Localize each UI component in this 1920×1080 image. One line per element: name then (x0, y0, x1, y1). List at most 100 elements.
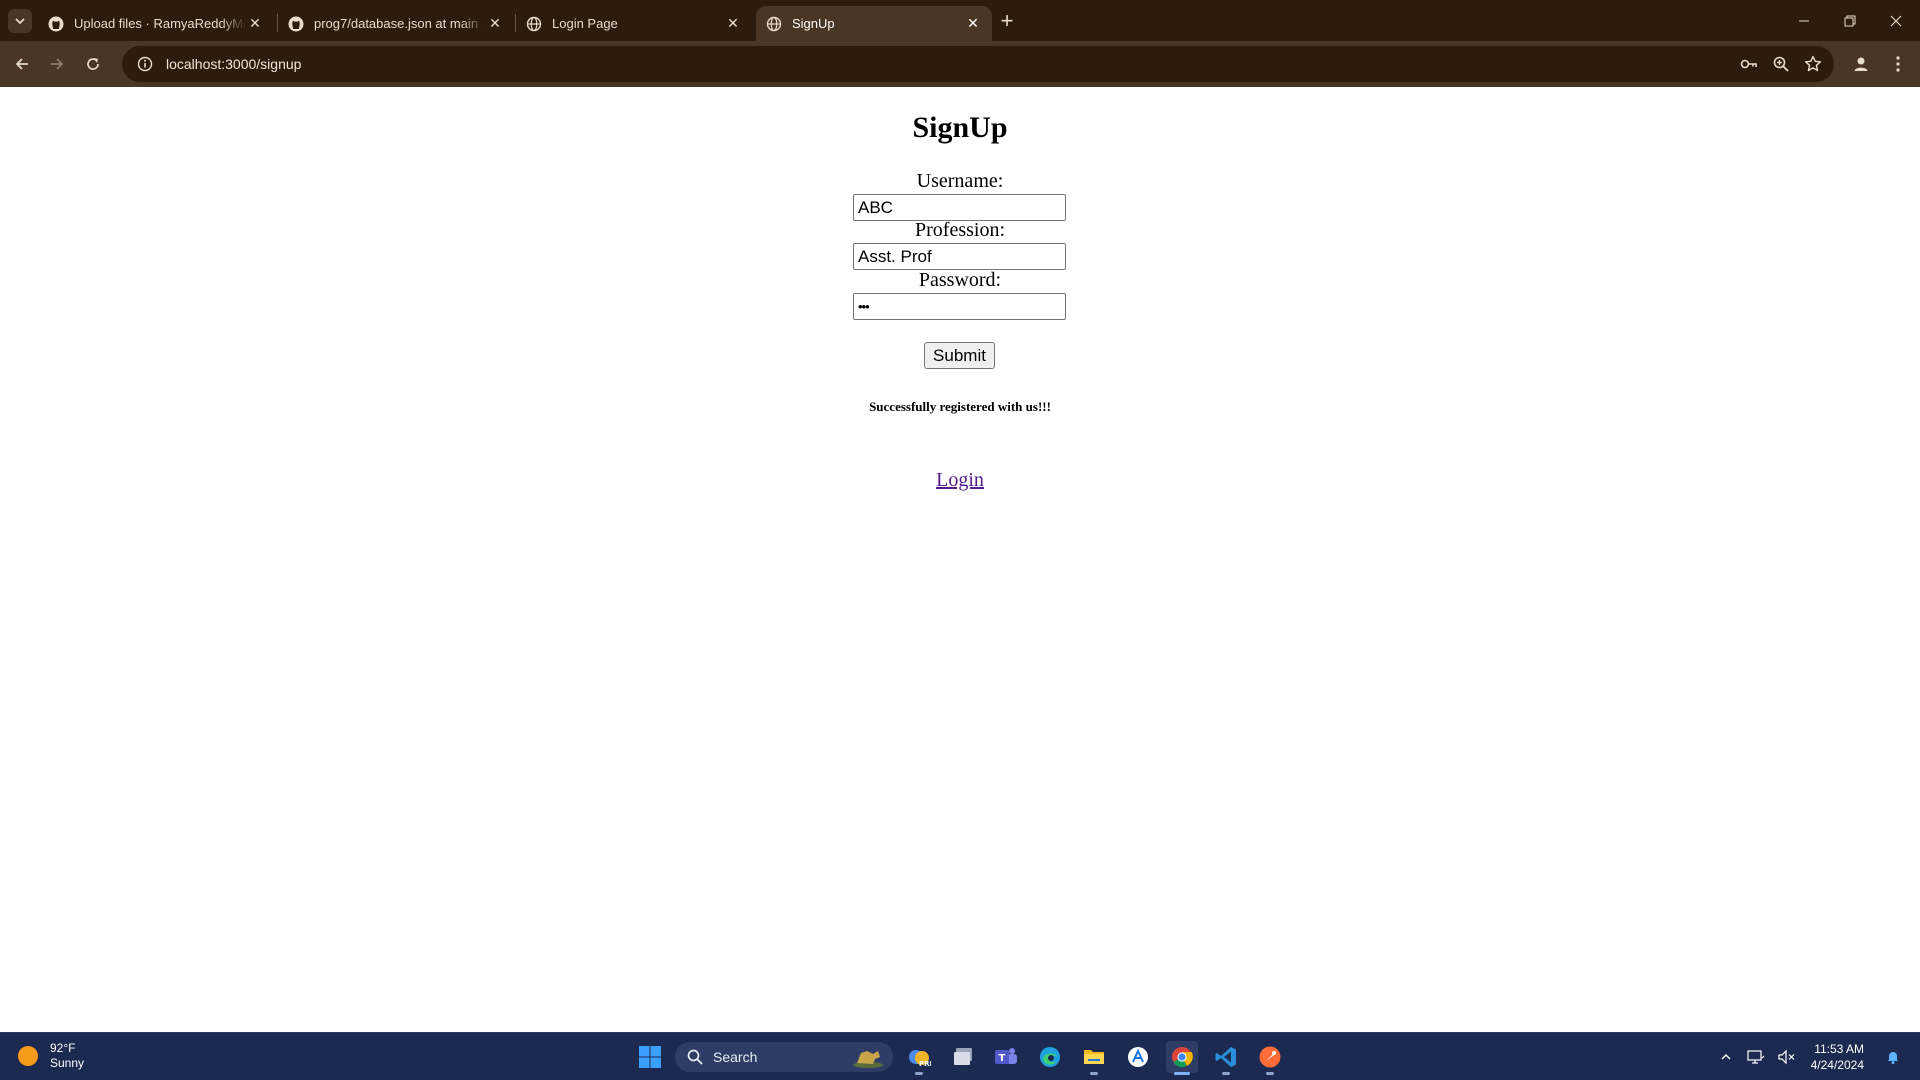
password-key-icon[interactable] (1740, 55, 1758, 73)
taskbar-edge[interactable] (1034, 1041, 1066, 1073)
vscode-icon (1215, 1047, 1236, 1067)
notification-bell-icon[interactable] (1880, 1044, 1906, 1070)
svg-text:PRE: PRE (919, 1060, 931, 1068)
tab-title: Login Page (552, 16, 618, 31)
reload-icon (87, 58, 99, 70)
system-tray: 11:53 AM 4/24/2024 (1709, 1033, 1906, 1080)
weather-description: Sunny (50, 1056, 85, 1070)
password-label: Password: (918, 269, 1002, 291)
minimize-icon (1799, 20, 1809, 21)
bookmark-star-icon[interactable] (1804, 55, 1822, 73)
close-icon[interactable]: ✕ (724, 15, 742, 33)
profile-button[interactable] (1846, 49, 1876, 79)
tab-search-button[interactable] (8, 9, 32, 33)
restore-button[interactable] (1827, 0, 1873, 41)
running-indicator (1222, 1072, 1230, 1075)
back-button[interactable] (7, 49, 37, 79)
tab-login-page[interactable]: Login Page ✕ (516, 6, 752, 41)
search-highlight-icon (853, 1051, 883, 1068)
tab-database-json[interactable]: prog7/database.json at main · ✕ (278, 6, 514, 41)
more-vertical-icon (1896, 56, 1900, 72)
clock-time: 11:53 AM (1814, 1042, 1864, 1056)
running-indicator (1266, 1072, 1274, 1075)
tab-upload-files[interactable]: Upload files · RamyaReddyM/c ✕ (38, 6, 274, 41)
page-title: SignUp (912, 111, 1008, 144)
folder-icon (1084, 1050, 1104, 1064)
close-icon[interactable]: ✕ (486, 15, 504, 33)
taskbar-teams[interactable]: T (990, 1041, 1022, 1073)
username-label: Username: (916, 170, 1004, 192)
forward-button[interactable] (42, 49, 72, 79)
running-indicator (915, 1072, 923, 1075)
profession-input[interactable]: Asst. Prof (853, 243, 1066, 270)
sun-icon (18, 1046, 38, 1066)
close-icon[interactable]: ✕ (964, 15, 982, 33)
new-tab-button[interactable]: + (994, 8, 1020, 34)
postman-icon (1259, 1046, 1281, 1068)
browser-toolbar: localhost:3000/signup (0, 41, 1920, 87)
search-icon (687, 1049, 703, 1065)
running-indicator (1174, 1072, 1190, 1075)
weather-temperature: 92°F (50, 1041, 76, 1055)
taskbar-copilot[interactable]: PRE (903, 1041, 935, 1075)
taskbar-app-store[interactable] (1122, 1041, 1154, 1073)
url-text: localhost:3000/signup (166, 56, 302, 72)
arrow-right-icon (51, 58, 64, 70)
zoom-icon[interactable] (1772, 55, 1790, 73)
tab-signup[interactable]: SignUp ✕ (756, 6, 992, 41)
taskbar-postman[interactable] (1254, 1041, 1286, 1075)
chevron-down-icon (15, 18, 25, 25)
taskbar-search[interactable]: Search (675, 1042, 893, 1072)
weather-widget[interactable]: 92°F Sunny (18, 1041, 84, 1071)
browser-menu-button[interactable] (1883, 49, 1913, 79)
tab-title: Upload files · RamyaReddyM/c (74, 16, 246, 31)
close-icon[interactable]: ✕ (246, 15, 264, 33)
task-view-icon (954, 1048, 972, 1065)
password-input[interactable]: ••• (853, 293, 1066, 320)
svg-text:T: T (999, 1053, 1006, 1064)
volume-muted-icon[interactable] (1773, 1044, 1799, 1070)
profile-icon (1854, 57, 1868, 71)
chevron-up-icon[interactable] (1713, 1044, 1739, 1070)
start-button[interactable] (634, 1041, 666, 1073)
close-icon (1890, 15, 1902, 26)
restore-icon (1844, 15, 1856, 26)
search-placeholder: Search (713, 1049, 758, 1065)
status-message: Successfully registered with us!!! (869, 399, 1051, 414)
github-icon (288, 16, 304, 32)
login-link[interactable]: Login (936, 469, 984, 491)
teams-icon: T (995, 1048, 1017, 1064)
arrow-left-icon (15, 58, 28, 70)
tab-strip: Upload files · RamyaReddyM/c ✕ prog7/dat… (0, 0, 1920, 41)
tab-title: SignUp (792, 16, 835, 31)
plus-icon: + (1000, 8, 1014, 33)
minimize-button[interactable] (1781, 0, 1827, 41)
chrome-icon (1172, 1047, 1193, 1068)
taskbar-chrome[interactable] (1166, 1041, 1198, 1075)
taskbar-task-view[interactable] (947, 1041, 979, 1073)
copilot-icon: PRE (909, 1050, 931, 1068)
login-link-row: Login (0, 469, 1920, 492)
globe-icon (526, 16, 542, 32)
page-content: SignUp Username: ABC Profession: Asst. P… (0, 87, 1920, 1032)
username-input[interactable]: ABC (853, 194, 1066, 221)
reload-button[interactable] (78, 49, 108, 79)
edge-icon (1040, 1047, 1060, 1067)
running-indicator (1090, 1072, 1098, 1075)
profession-label: Profession: (915, 219, 1005, 241)
app-store-icon (1128, 1047, 1148, 1067)
github-icon (48, 16, 64, 32)
network-icon[interactable] (1743, 1044, 1769, 1070)
taskbar-vscode[interactable] (1210, 1041, 1242, 1075)
clock[interactable]: 11:53 AM 4/24/2024 (1811, 1041, 1864, 1073)
windows-logo-icon (639, 1046, 661, 1068)
tab-title: prog7/database.json at main · (314, 16, 486, 31)
address-bar[interactable]: localhost:3000/signup (122, 46, 1834, 82)
taskbar-file-explorer[interactable] (1078, 1041, 1110, 1075)
taskbar: 92°F Sunny Search PRE T (0, 1032, 1920, 1080)
globe-icon (766, 16, 782, 32)
submit-button[interactable]: Submit (924, 342, 995, 369)
site-info-icon[interactable] (130, 56, 160, 72)
close-window-button[interactable] (1873, 0, 1919, 41)
clock-date: 4/24/2024 (1810, 1058, 1864, 1072)
